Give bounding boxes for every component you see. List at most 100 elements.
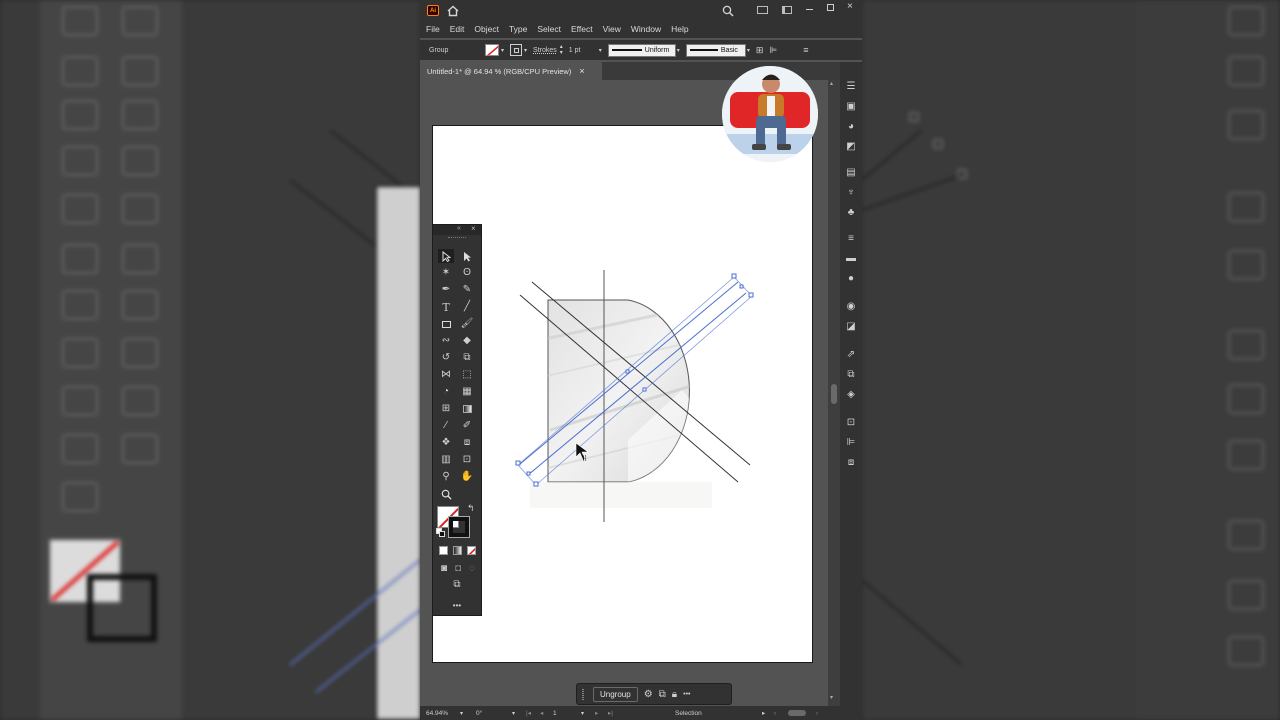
stroke-swatch[interactable] <box>510 44 523 56</box>
gradient-mode-icon[interactable] <box>453 546 462 555</box>
layers-icon[interactable]: ◈ <box>845 390 857 400</box>
type-tool-icon[interactable]: T <box>438 300 454 314</box>
menu-object[interactable]: Object <box>474 24 499 34</box>
last-artboard-icon[interactable]: ▸| <box>608 709 613 717</box>
slice-tool-icon[interactable]: ⧈ <box>459 436 475 450</box>
rotate-tool-icon[interactable]: ↺ <box>438 351 454 365</box>
menu-type[interactable]: Type <box>509 24 527 34</box>
scroll-right-icon[interactable]: › <box>816 710 818 717</box>
swatches-icon[interactable]: ▤ <box>845 168 857 178</box>
chevron-down-icon[interactable]: ▾ <box>677 47 680 54</box>
stroke-weight-field[interactable]: 1 pt <box>569 47 601 54</box>
brush-definition-select[interactable]: Basic <box>685 43 746 57</box>
artboard-tool-icon[interactable]: ⊡ <box>459 453 475 467</box>
recolor-artwork-icon[interactable]: ⊞ <box>756 45 764 56</box>
pen-tool-icon[interactable]: ✒ <box>438 283 454 297</box>
stroke-panel-icon[interactable]: ≡ <box>845 234 857 244</box>
transparency-icon[interactable]: ● <box>845 274 857 284</box>
color-icon[interactable]: ◕ <box>845 122 857 132</box>
close-panel-icon[interactable]: × <box>471 224 476 233</box>
symbols-icon[interactable]: ♣ <box>845 208 857 218</box>
libraries-icon[interactable]: ▣ <box>845 102 857 112</box>
chevron-down-icon[interactable]: ▾ <box>501 47 504 54</box>
menu-file[interactable]: File <box>426 24 440 34</box>
magic-wand-tool-icon[interactable]: ✶ <box>438 266 454 280</box>
scroll-thumb[interactable] <box>831 384 837 404</box>
gradient-tool-icon[interactable] <box>459 402 475 416</box>
fill-swatch[interactable] <box>485 44 499 56</box>
chevron-down-icon[interactable]: ▾ <box>599 47 602 54</box>
symbol-sprayer-tool-icon[interactable]: ❖ <box>438 436 454 450</box>
arrange-documents-icon[interactable] <box>757 6 768 14</box>
scale-tool-icon[interactable]: ⧉ <box>459 351 475 365</box>
close-icon[interactable]: × <box>847 1 853 12</box>
lasso-tool-icon[interactable]: ʘ <box>459 266 475 280</box>
close-tab-icon[interactable]: × <box>579 66 584 76</box>
align-icon[interactable]: ⊫ <box>769 45 777 56</box>
swap-colors-icon[interactable]: ↰ <box>467 503 475 514</box>
menu-edit[interactable]: Edit <box>450 24 465 34</box>
zoom-field[interactable]: 64.94% <box>426 710 448 717</box>
draw-inside-icon[interactable]: ◌ <box>464 562 480 576</box>
gradient-panel-icon[interactable]: ▬ <box>845 254 857 264</box>
mesh-tool-icon[interactable]: ⊞ <box>438 402 454 416</box>
paintbrush-tool-icon[interactable]: 🖌 <box>459 317 475 331</box>
chevron-down-icon[interactable]: ▾ <box>581 710 584 717</box>
blend-tool-icon[interactable]: ✐ <box>459 419 475 433</box>
artboard-number-field[interactable]: 1 <box>553 710 557 717</box>
pathfinder-icon[interactable]: ⧈ <box>845 458 857 468</box>
edit-toolbar-icon[interactable]: ••• <box>449 599 465 613</box>
color-mode-icon[interactable] <box>439 546 448 555</box>
tools-panel-header[interactable]: « × <box>433 224 481 235</box>
home-icon[interactable] <box>447 4 459 17</box>
stroke-color-swatch[interactable] <box>448 516 470 538</box>
vertical-scrollbar[interactable]: ▴ ▾ <box>828 80 840 706</box>
properties-icon[interactable]: ☰ <box>845 82 857 92</box>
duplicate-icon[interactable]: ⧉ <box>659 689 666 700</box>
chevron-down-icon[interactable]: ▾ <box>460 710 463 717</box>
menu-view[interactable]: View <box>603 24 621 34</box>
free-transform-tool-icon[interactable]: ⬚ <box>459 368 475 382</box>
first-artboard-icon[interactable]: |◂ <box>526 709 531 717</box>
chevron-down-icon[interactable]: ▾ <box>512 710 515 717</box>
eraser-tool-icon[interactable]: ◆ <box>459 334 475 348</box>
canvas-area[interactable]: ⠿ « × ✶ ʘ ✒ ✎ T ╱ 🖌 ∾ ◆ ↺ ⧉ ⋈ ⬚ ◔ ▦ ⊞ ⁄ … <box>420 66 828 706</box>
next-artboard-icon[interactable]: ▸ <box>595 709 598 717</box>
scroll-down-icon[interactable]: ▾ <box>830 694 833 701</box>
hand-tool-icon[interactable]: ✋ <box>459 470 475 484</box>
width-tool-icon[interactable]: ⋈ <box>438 368 454 382</box>
document-tab[interactable]: Untitled-1* @ 64.94 % (RGB/CPU Preview) … <box>420 62 602 80</box>
menu-effect[interactable]: Effect <box>571 24 593 34</box>
stroke-label[interactable]: Strokes <box>533 47 557 54</box>
lock-icon[interactable]: 🔒︎ <box>672 689 677 700</box>
eyedropper-tool-icon[interactable]: ⁄ <box>438 419 454 433</box>
line-segment-tool-icon[interactable]: ╱ <box>459 300 475 314</box>
scroll-left-icon[interactable]: ‹ <box>774 710 776 717</box>
menu-select[interactable]: Select <box>537 24 561 34</box>
direct-selection-tool-icon[interactable] <box>459 249 475 263</box>
appearance-icon[interactable]: ◉ <box>845 302 857 312</box>
screen-mode-icon[interactable]: ⧉ <box>449 578 465 592</box>
stroke-weight-stepper[interactable]: ▴ ▾ <box>560 44 563 56</box>
rectangle-tool-icon[interactable] <box>438 317 454 331</box>
workspace-switcher-icon[interactable] <box>782 6 792 14</box>
zoom-tool-icon[interactable] <box>438 487 454 501</box>
curvature-tool-icon[interactable]: ✎ <box>459 283 475 297</box>
perspective-grid-tool-icon[interactable]: ▦ <box>459 385 475 399</box>
menu-help[interactable]: Help <box>671 24 688 34</box>
panel-menu-icon[interactable]: ≡ <box>803 45 808 55</box>
shape-builder-tool-icon[interactable]: ◔ <box>438 385 454 399</box>
grip-handle-icon[interactable] <box>582 689 584 700</box>
selection-tool-icon[interactable] <box>438 249 454 263</box>
column-graph-tool-icon[interactable]: ▥ <box>438 453 454 467</box>
collapse-icon[interactable]: « <box>457 225 461 232</box>
artboards-icon[interactable]: ⧉ <box>845 370 857 380</box>
graphic-styles-icon[interactable]: ◪ <box>845 322 857 332</box>
chevron-down-icon[interactable]: ▾ <box>524 47 527 54</box>
settings-icon[interactable]: ⚙ <box>644 689 653 700</box>
maximize-icon[interactable] <box>827 4 834 11</box>
shaper-tool-icon[interactable]: ∾ <box>438 334 454 348</box>
minimize-icon[interactable] <box>806 9 813 10</box>
knife-tool-icon[interactable]: ⚲ <box>438 470 454 484</box>
status-menu-icon[interactable]: ▸ <box>762 709 765 717</box>
